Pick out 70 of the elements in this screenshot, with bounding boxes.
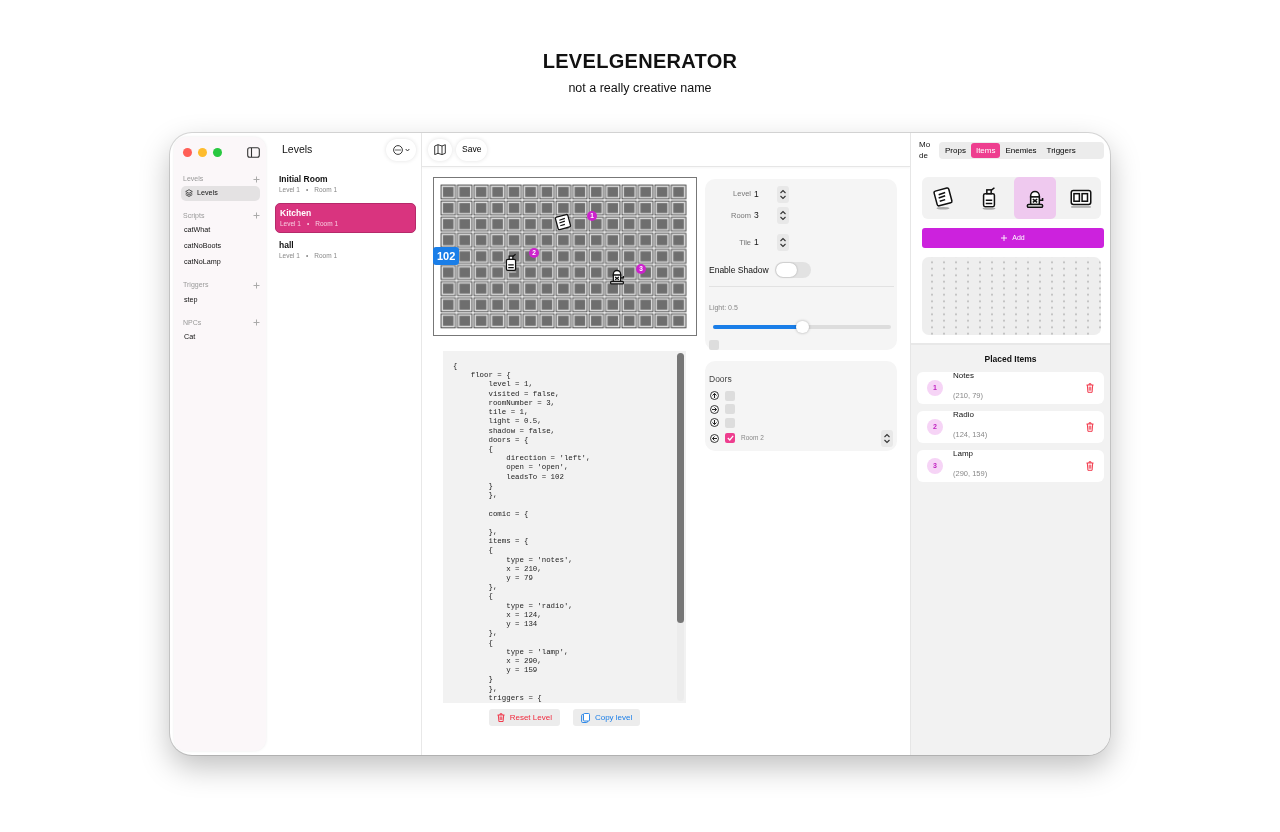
zoom-button[interactable] xyxy=(213,148,222,157)
item-name: Lamp xyxy=(953,448,974,459)
door-label: 102 xyxy=(433,247,460,265)
panel-title: Levels xyxy=(282,142,313,158)
door-checkbox[interactable] xyxy=(725,433,735,443)
save-button[interactable]: Save xyxy=(456,138,488,161)
arrow-left-icon xyxy=(710,433,719,443)
item-name: Radio xyxy=(953,409,975,420)
more-menu-button[interactable] xyxy=(386,139,416,161)
field-value: 1 xyxy=(753,187,760,201)
level-name: Kitchen xyxy=(280,208,313,219)
checkbox[interactable] xyxy=(709,340,719,350)
delete-button[interactable] xyxy=(1086,382,1094,393)
stepper-control[interactable] xyxy=(777,207,789,224)
app-subtitle: not a really creative name xyxy=(568,80,712,96)
stepper-control[interactable] xyxy=(881,429,893,447)
copy-level-button[interactable]: Copy level xyxy=(572,709,641,726)
door-checkbox[interactable] xyxy=(725,417,735,428)
stepper-control[interactable] xyxy=(777,234,789,251)
stepper-arrows-icon xyxy=(779,209,787,222)
toggle-label: Enable Shadow xyxy=(709,263,769,277)
clipboard-icon xyxy=(580,712,590,723)
map-icon xyxy=(434,144,446,155)
checkmark-icon xyxy=(726,435,734,441)
stepper-arrows-icon xyxy=(779,236,787,249)
trash-icon xyxy=(1086,460,1094,471)
placed-notebook-icon xyxy=(552,212,574,234)
close-button[interactable] xyxy=(183,148,192,157)
add-icon[interactable] xyxy=(253,281,260,289)
layers-icon xyxy=(185,189,193,197)
more-icon xyxy=(392,145,403,155)
stepper-arrows-icon xyxy=(779,187,787,201)
stepper-control[interactable] xyxy=(777,185,789,203)
delete-button[interactable] xyxy=(1086,421,1094,432)
scrollbar-thumb[interactable] xyxy=(677,353,684,623)
field-value: 3 xyxy=(753,209,760,222)
doors-title: Doors xyxy=(709,374,732,384)
app-title: LEVELGENERATOR xyxy=(542,50,738,72)
mode-tab[interactable]: Items xyxy=(970,142,1001,158)
item-option[interactable] xyxy=(1014,177,1056,219)
arrow-up-icon xyxy=(710,391,719,401)
door-checkbox[interactable] xyxy=(725,404,735,415)
add-icon[interactable] xyxy=(253,319,260,327)
add-icon[interactable] xyxy=(253,212,260,220)
sidebar-toggle-icon[interactable] xyxy=(247,147,260,158)
field-value: 1 xyxy=(753,236,760,249)
section-title: Placed Items xyxy=(983,353,1038,366)
trash-icon xyxy=(496,713,505,722)
caret-icon xyxy=(404,148,410,152)
level-name: Initial Room xyxy=(279,174,329,185)
door-checkbox[interactable] xyxy=(725,390,735,401)
level-name: hall xyxy=(279,240,295,251)
trash-icon xyxy=(1086,421,1094,432)
slider-thumb[interactable] xyxy=(796,321,809,333)
mode-tab[interactable]: Triggers xyxy=(1041,142,1081,158)
reset-level-button[interactable]: Reset Level xyxy=(488,709,560,726)
plus-icon xyxy=(1001,235,1008,241)
notebook-icon xyxy=(930,185,956,211)
mode-tab[interactable]: Enemies xyxy=(1000,142,1042,158)
trash-icon xyxy=(1086,382,1094,393)
item-name: Notes xyxy=(953,370,975,381)
arrow-right-icon xyxy=(710,404,719,414)
map-button[interactable] xyxy=(428,138,452,161)
stepper-arrows-icon xyxy=(883,431,891,445)
mode-label: Mode xyxy=(919,139,932,161)
add-icon[interactable] xyxy=(253,175,260,183)
delete-button[interactable] xyxy=(1086,460,1094,471)
mode-tab[interactable]: Props xyxy=(940,142,971,158)
shadow-toggle[interactable] xyxy=(774,262,811,278)
arrow-down-icon xyxy=(710,418,719,428)
